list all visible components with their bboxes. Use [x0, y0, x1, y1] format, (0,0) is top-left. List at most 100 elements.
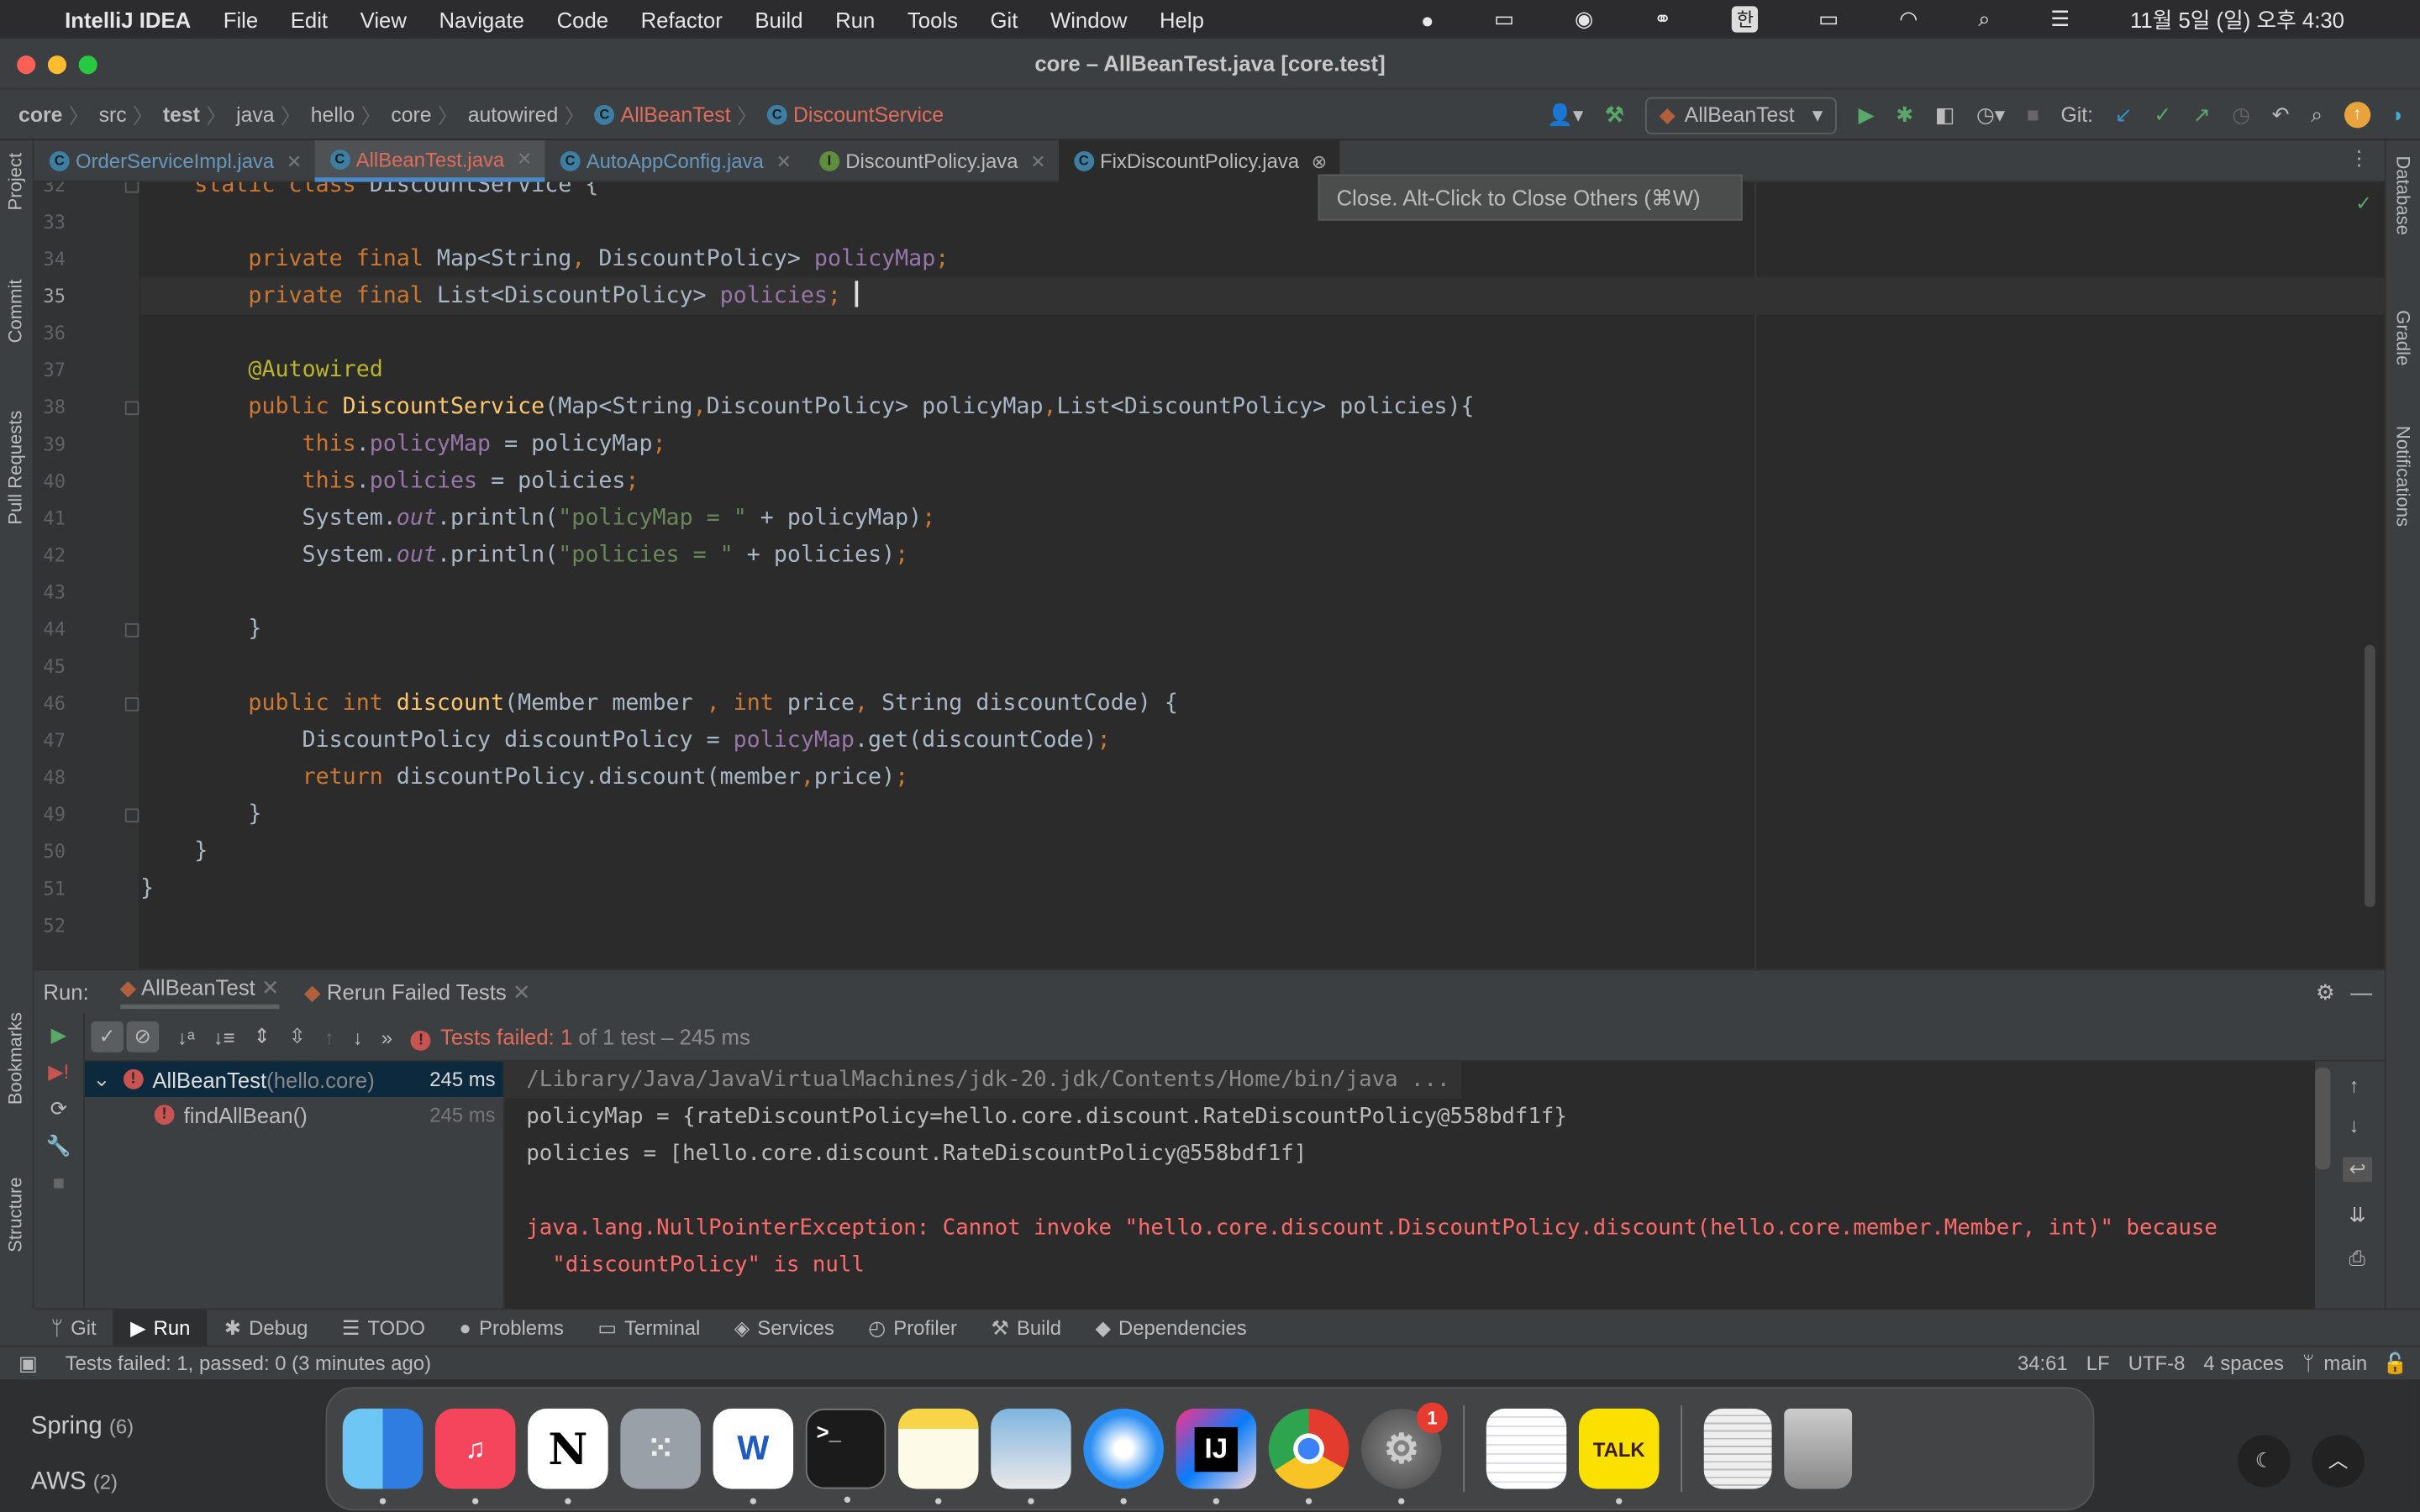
close-tab-icon[interactable]: ✕ — [1030, 150, 1045, 172]
show-ignored-toggle[interactable]: ⊘ — [126, 1021, 159, 1053]
settings-gear-icon[interactable]: ⚙ — [2316, 979, 2335, 1005]
close-tab-icon[interactable]: ✕ — [517, 148, 532, 170]
git-update-icon[interactable]: ↙ — [2115, 102, 2133, 127]
notification-app-icon[interactable]: ● — [1421, 7, 1434, 31]
lock-icon[interactable]: 🔓 — [2383, 1351, 2408, 1375]
line-number[interactable]: 47 — [34, 722, 139, 759]
code-line[interactable]: private final List<DiscountPolicy> polic… — [140, 277, 2385, 315]
rerun-failed-icon[interactable]: ▶! — [34, 1060, 83, 1084]
battery-icon[interactable]: ▭ — [1818, 6, 1839, 32]
menu-app-name[interactable]: IntelliJ IDEA — [65, 7, 191, 31]
menu-file[interactable]: File — [224, 7, 258, 31]
control-center-icon[interactable]: ☰ — [2050, 6, 2070, 32]
tool-project[interactable]: Project — [5, 153, 27, 211]
tool-tab-services[interactable]: ◈ Services — [718, 1309, 852, 1346]
indent-setting[interactable]: 4 spaces — [2203, 1352, 2284, 1375]
wifi-icon[interactable]: ◠ — [1899, 6, 1918, 32]
search-icon[interactable]: ⌕ — [2311, 102, 2323, 127]
tab-allbeantest[interactable]: C AllBeanTest.java ✕ — [314, 140, 545, 182]
tab-orderserviceimpl[interactable]: C OrderServiceImpl.java ✕ — [34, 140, 314, 182]
menu-build[interactable]: Build — [755, 7, 802, 31]
tool-bookmarks[interactable]: Bookmarks — [5, 1012, 27, 1105]
code-line[interactable]: private final Map<String, DiscountPolicy… — [140, 241, 2385, 278]
console-output[interactable]: /Library/Java/JavaVirtualMachines/jdk-20… — [504, 1061, 2316, 1309]
code-line[interactable]: DiscountPolicy discountPolicy = policyMa… — [140, 722, 2385, 759]
sort-duration-icon[interactable]: ↓≡ — [213, 1026, 235, 1049]
dock-document[interactable] — [1703, 1408, 1772, 1489]
toggle-tool-windows-icon[interactable]: ▣ — [18, 1351, 38, 1375]
line-number[interactable]: 38 — [34, 389, 139, 426]
line-number[interactable]: 52 — [34, 907, 139, 944]
build-hammer-icon[interactable]: ⚒ — [1605, 102, 1623, 127]
stop-icon[interactable]: ■ — [34, 1171, 83, 1194]
code-line[interactable]: public int discount(Member member , int … — [140, 685, 2385, 722]
dock-system-settings[interactable]: ⚙ 1 — [1360, 1402, 1448, 1504]
test-tree-row[interactable]: ⌄! AllBeanTest (hello.core) 245 ms — [85, 1061, 503, 1097]
more-tabs-icon[interactable]: ⋮ — [2349, 146, 2370, 171]
tool-tab-todo[interactable]: ☰ TODO — [325, 1309, 443, 1346]
line-number[interactable]: 39 — [34, 426, 139, 463]
dock-music[interactable]: ♫ — [434, 1408, 516, 1504]
menu-window[interactable]: Window — [1050, 7, 1127, 31]
scroll-down-icon[interactable]: ↓ — [2349, 1114, 2360, 1137]
tool-commit[interactable]: Commit — [5, 279, 27, 343]
line-number[interactable]: 32 — [34, 182, 139, 204]
next-failed-icon[interactable]: ↓ — [353, 1026, 363, 1049]
menu-navigate[interactable]: Navigate — [439, 7, 524, 31]
tool-gradle[interactable]: Gradle — [2392, 310, 2414, 365]
fold-marker-icon[interactable] — [124, 181, 139, 193]
console-scrollbar[interactable] — [2315, 1068, 2331, 1170]
more-icon[interactable]: » — [381, 1026, 392, 1049]
line-number[interactable]: 33 — [34, 203, 139, 240]
tab-fixdiscountpolicy[interactable]: C FixDiscountPolicy.java ⊗ — [1058, 140, 1339, 182]
dock-preview[interactable] — [991, 1408, 1071, 1504]
show-passed-toggle[interactable]: ✓ — [91, 1021, 124, 1053]
previous-failed-icon[interactable]: ↑ — [324, 1026, 334, 1049]
code-line[interactable] — [140, 315, 2385, 352]
breadcrumb-item[interactable]: core — [18, 102, 62, 126]
line-number[interactable]: 51 — [34, 870, 139, 907]
tool-structure[interactable]: Structure — [5, 1177, 27, 1252]
git-push-icon[interactable]: ↗ — [2193, 102, 2211, 127]
user-icon[interactable]: 👤▾ — [1547, 102, 1583, 127]
spotlight-icon[interactable]: ⌕ — [1978, 6, 1990, 32]
line-separator[interactable]: LF — [2086, 1352, 2110, 1375]
git-commit-icon[interactable]: ✓ — [2154, 102, 2171, 127]
run-icon[interactable]: ▶ — [1859, 102, 1875, 127]
zoom-window-button[interactable] — [78, 55, 97, 75]
dock-kakaotalk[interactable]: TALK — [1578, 1408, 1660, 1504]
code-line[interactable]: public DiscountService(Map<String,Discou… — [140, 389, 2385, 426]
git-history-icon[interactable]: ◷ — [2232, 102, 2250, 127]
code-line[interactable]: } — [140, 870, 2385, 907]
close-tab-icon[interactable]: ✕ — [513, 979, 531, 1003]
menu-tools[interactable]: Tools — [908, 7, 958, 31]
dock-trash[interactable] — [1784, 1408, 1853, 1489]
rollback-icon[interactable]: ↶ — [2272, 102, 2290, 127]
line-number[interactable]: 46 — [34, 685, 139, 722]
tool-database[interactable]: Database — [2392, 156, 2414, 235]
menu-view[interactable]: View — [360, 7, 407, 31]
code-editor[interactable]: 32 33 34 35 36 37 38 39 40 41 42 43 44 45 46 47 48 49 50 51… — [34, 181, 2385, 969]
line-number[interactable]: 42 — [34, 537, 139, 574]
debug-icon[interactable]: ✱ — [1896, 102, 1913, 127]
print-icon[interactable]: ⎙ — [2349, 1247, 2365, 1271]
run-tab-allbeantest[interactable]: ◆ AllBeanTest ✕ — [119, 975, 280, 1010]
desktop-group-spring[interactable]: Spring (6) — [31, 1413, 134, 1441]
dock-safari[interactable] — [1083, 1408, 1164, 1504]
line-number[interactable]: 44 — [34, 611, 139, 648]
close-tab-icon[interactable]: ✕ — [287, 150, 302, 172]
tool-tab-dependencies[interactable]: ◆ Dependencies — [1078, 1309, 1264, 1346]
dock-notes[interactable] — [897, 1408, 979, 1504]
stop-icon[interactable]: ■ — [2027, 103, 2039, 127]
dock-word[interactable]: W — [713, 1408, 794, 1504]
breadcrumb-item[interactable]: hello — [311, 102, 355, 126]
code-line[interactable]: static class DiscountService { — [140, 182, 2385, 204]
code-line[interactable]: System.out.println("policies = " + polic… — [140, 537, 2385, 574]
status-message[interactable]: Tests failed: 1, passed: 0 (3 minutes ag… — [66, 1352, 431, 1375]
sort-alpha-icon[interactable]: ↓ᵃ — [177, 1026, 195, 1049]
scroll-to-end-icon[interactable]: ⇊ — [2349, 1204, 2366, 1228]
caret-position[interactable]: 34:61 — [2018, 1352, 2068, 1375]
minimize-window-button[interactable] — [47, 55, 66, 75]
line-number[interactable]: 50 — [34, 833, 139, 870]
code-line[interactable] — [140, 574, 2385, 611]
